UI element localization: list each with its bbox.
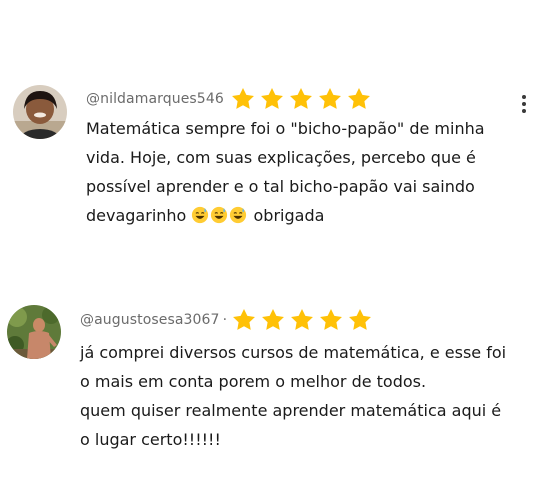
separator-dot: ·: [222, 312, 228, 328]
comment-line: o mais em conta porem o melhor de todos.: [80, 372, 427, 391]
author-handle[interactable]: @augustosesa3067: [80, 312, 220, 328]
avatar[interactable]: [7, 305, 61, 359]
star-icon: [291, 308, 313, 330]
star-icon: [231, 87, 254, 109]
star-icon: [349, 308, 371, 330]
star-icon: [233, 308, 255, 330]
comment-line: o lugar certo!!!!!!: [80, 430, 221, 449]
comment-line-text: obrigada: [253, 206, 325, 225]
comment-text: Matemática sempre foi o "bicho-papão" de…: [86, 114, 485, 230]
star-icon: [320, 308, 342, 330]
comment-header: @augustosesa3067 ·: [80, 307, 376, 333]
star-icon: [318, 87, 341, 109]
comment-text: já comprei diversos cursos de matemática…: [80, 338, 506, 454]
star-icon: [347, 87, 370, 109]
comment-line: já comprei diversos cursos de matemática…: [80, 343, 507, 362]
avatar[interactable]: [13, 85, 67, 139]
star-icon: [262, 308, 284, 330]
comment-line-text: devagarinho: [86, 206, 187, 225]
star-icon: [260, 87, 283, 109]
comment-line: Matemática sempre foi o "bicho-papão" de…: [86, 119, 485, 138]
sweat-smile-emoji: [230, 206, 247, 224]
comment-line: devagarinho obrigada: [86, 201, 485, 230]
star-icon: [289, 87, 312, 109]
comment-line: vida. Hoje, com suas explicações, perceb…: [86, 148, 476, 167]
comment-header: @nildamarques546: [86, 86, 375, 112]
author-handle[interactable]: @nildamarques546: [86, 91, 224, 107]
star-rating: [230, 86, 375, 112]
sweat-smile-emoji: [211, 206, 228, 224]
comment-line: quem quiser realmente aprender matemátic…: [80, 401, 502, 420]
sweat-smile-emoji: [192, 206, 209, 224]
star-rating: [231, 307, 376, 333]
more-vert-icon[interactable]: [519, 93, 529, 115]
comment-line: possível aprender e o tal bicho-papão va…: [86, 177, 475, 196]
